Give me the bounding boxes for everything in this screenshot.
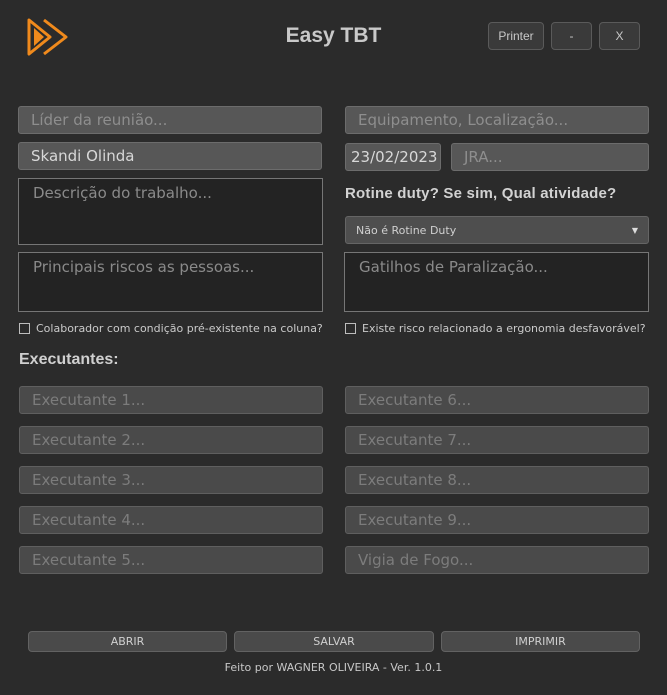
equipment-location-input[interactable]: Equipamento, Localização... [345,106,649,134]
checkbox-box[interactable] [19,323,30,334]
executante-8-input[interactable]: Executante 8... [345,466,649,494]
spine-condition-checkbox[interactable]: Colaborador com condição pré-existente n… [19,322,323,335]
vessel-input[interactable]: Skandi Olinda [18,142,322,170]
executante-4-input[interactable]: Executante 4... [19,506,323,534]
executante-3-input[interactable]: Executante 3... [19,466,323,494]
print-button[interactable]: IMPRIMIR [441,631,640,652]
leader-input[interactable]: Líder da reunião... [18,106,322,134]
fire-watch-input[interactable]: Vigia de Fogo... [345,546,649,574]
ergonomics-risk-checkbox[interactable]: Existe risco relacionado a ergonomia des… [345,322,646,335]
executante-1-input[interactable]: Executante 1... [19,386,323,414]
executante-5-input[interactable]: Executante 5... [19,546,323,574]
date-value: 23/02/2023 [351,148,438,166]
date-input[interactable]: 23/02/2023 [345,143,441,171]
printer-button[interactable]: Printer [488,22,544,50]
main-risks-textarea[interactable]: Principais riscos as pessoas... [18,252,323,312]
save-button[interactable]: SALVAR [234,631,434,652]
executantes-heading: Executantes: [19,351,119,368]
open-button[interactable]: ABRIR [28,631,227,652]
executante-6-input[interactable]: Executante 6... [345,386,649,414]
chevron-down-icon: ▼ [631,225,638,235]
checkbox-box[interactable] [345,323,356,334]
footer-credits: Feito por WAGNER OLIVEIRA - Ver. 1.0.1 [224,661,443,674]
spine-condition-label: Colaborador com condição pré-existente n… [36,322,323,335]
executante-7-input[interactable]: Executante 7... [345,426,649,454]
jra-input[interactable]: JRA... [451,143,649,171]
routine-duty-question: Rotine duty? Se sim, Qual atividade? [345,185,617,202]
executante-9-input[interactable]: Executante 9... [345,506,649,534]
work-description-textarea[interactable]: Descrição do trabalho... [18,178,323,245]
executante-2-input[interactable]: Executante 2... [19,426,323,454]
routine-duty-select[interactable]: Não é Rotine Duty ▼ [345,216,649,244]
stop-triggers-textarea[interactable]: Gatilhos de Paralização... [344,252,649,312]
close-button[interactable]: X [599,22,640,50]
ergonomics-risk-label: Existe risco relacionado a ergonomia des… [362,322,646,335]
routine-duty-selected: Não é Rotine Duty [356,223,457,237]
minimize-button[interactable]: - [551,22,592,50]
